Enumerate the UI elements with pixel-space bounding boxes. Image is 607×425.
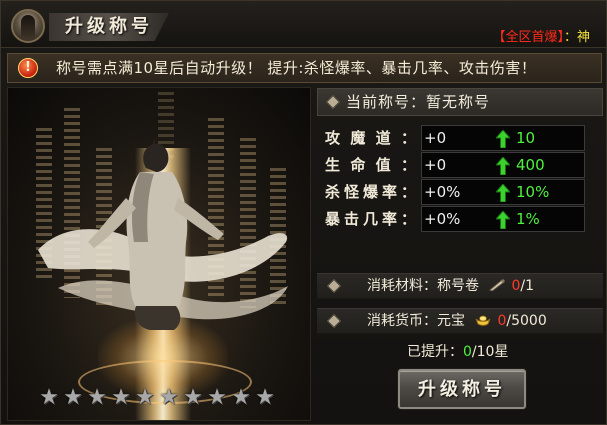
cultivator-figure [38, 138, 288, 330]
stat-value-box: +0% 10% [421, 179, 585, 205]
star-icon: ★ [111, 385, 131, 410]
stat-next: 10 [516, 129, 536, 147]
diamond-bullet-icon [326, 278, 342, 294]
cost-material-need: 1 [525, 278, 535, 294]
window-title: 升级称号 [65, 16, 153, 37]
cost-currency-label: 消耗货币： [367, 313, 437, 329]
cost-material-row: 消耗材料：称号卷 0/1 [317, 273, 603, 299]
stat-value-box: +0% 1% [421, 206, 585, 232]
progress-suffix: /10星 [471, 344, 509, 360]
stat-current: +0% [424, 183, 461, 201]
star-icon: ★ [231, 385, 251, 410]
green-up-arrow-icon [496, 130, 510, 148]
stat-row-drop-rate: 杀怪爆率： +0% 10% [317, 179, 603, 205]
green-up-arrow-icon [496, 211, 510, 229]
diamond-bullet-icon [325, 94, 341, 110]
star-icon: ★ [183, 385, 203, 410]
notice-bar: ! 称号需点满10星后自动升级！ 提升:杀怪爆率、暴击几率、攻击伤害！ [7, 53, 602, 83]
stat-name: 攻魔道： [325, 129, 417, 147]
cost-material-label: 消耗材料： [367, 278, 437, 294]
cost-currency-need: 5000 [511, 313, 547, 329]
stat-current: +0 [424, 129, 447, 147]
broadcast-player-name: 神 [576, 30, 590, 45]
cost-currency-item: 元宝 [437, 313, 465, 329]
stat-current: +0 [424, 156, 447, 174]
stat-next: 10% [516, 183, 550, 201]
upgrade-title-panel: 升级称号 【全区首爆】：神 ! 称号需点满10星后自动升级！ 提升:杀怪爆率、暴… [0, 0, 607, 425]
broadcast-separator: ： [563, 30, 577, 45]
server-broadcast[interactable]: 【全区首爆】：神 [492, 31, 590, 45]
star-rating: ★ ★ ★ ★ ★ ★ ★ ★ ★ ★ [38, 385, 286, 410]
cost-material-item: 称号卷 [437, 278, 479, 294]
stat-value-box: +0 400 [421, 152, 585, 178]
stat-current: +0% [424, 210, 461, 228]
upgrade-title-button-label: 升级称号 [418, 379, 506, 400]
stat-row-crit-rate: 暴击几率： +0% 1% [317, 206, 603, 232]
star-icon: ★ [87, 385, 107, 410]
stat-name: 暴击几率： [325, 210, 417, 228]
diamond-bullet-icon [326, 313, 342, 329]
title-artwork: ★ ★ ★ ★ ★ ★ ★ ★ ★ ★ [7, 87, 311, 421]
progress-label: 已提升： [407, 344, 463, 360]
stat-row-hp: 生命值： +0 400 [317, 152, 603, 178]
gold-ingot-icon[interactable] [475, 314, 491, 326]
exclamation-icon: ! [18, 58, 38, 78]
star-icon: ★ [63, 385, 83, 410]
stat-next: 400 [516, 156, 545, 174]
upgrade-progress: 已提升：0/10星 [407, 343, 508, 361]
current-title-value: 暂无称号 [426, 93, 491, 111]
cost-currency-row: 消耗货币：元宝 0/5000 [317, 308, 603, 334]
star-icon: ★ [39, 385, 59, 410]
green-up-arrow-icon [496, 184, 510, 202]
current-title-bar: 当前称号：暂无称号 [317, 88, 603, 116]
stat-value-box: +0 10 [421, 125, 585, 151]
character-portrait-icon [11, 9, 45, 43]
scroll-icon[interactable] [489, 279, 506, 291]
title-bar: 升级称号 【全区首爆】：神 [1, 1, 606, 48]
star-icon: ★ [135, 385, 155, 410]
stat-name: 杀怪爆率： [325, 183, 417, 201]
stat-next: 1% [516, 210, 540, 228]
star-icon: ★ [255, 385, 275, 410]
notice-text: 称号需点满10星后自动升级！ 提升:杀怪爆率、暴击几率、攻击伤害！ [56, 59, 537, 77]
broadcast-tag: 【全区首爆】 [492, 30, 564, 45]
stat-row-attack: 攻魔道： +0 10 [317, 125, 603, 151]
green-up-arrow-icon [496, 157, 510, 175]
upgrade-title-button[interactable]: 升级称号 [398, 369, 526, 409]
star-icon: ★ [159, 385, 179, 410]
current-title-label: 当前称号： [346, 93, 427, 111]
star-icon: ★ [207, 385, 227, 410]
stat-name: 生命值： [325, 156, 417, 174]
progress-value: 0 [463, 344, 472, 360]
